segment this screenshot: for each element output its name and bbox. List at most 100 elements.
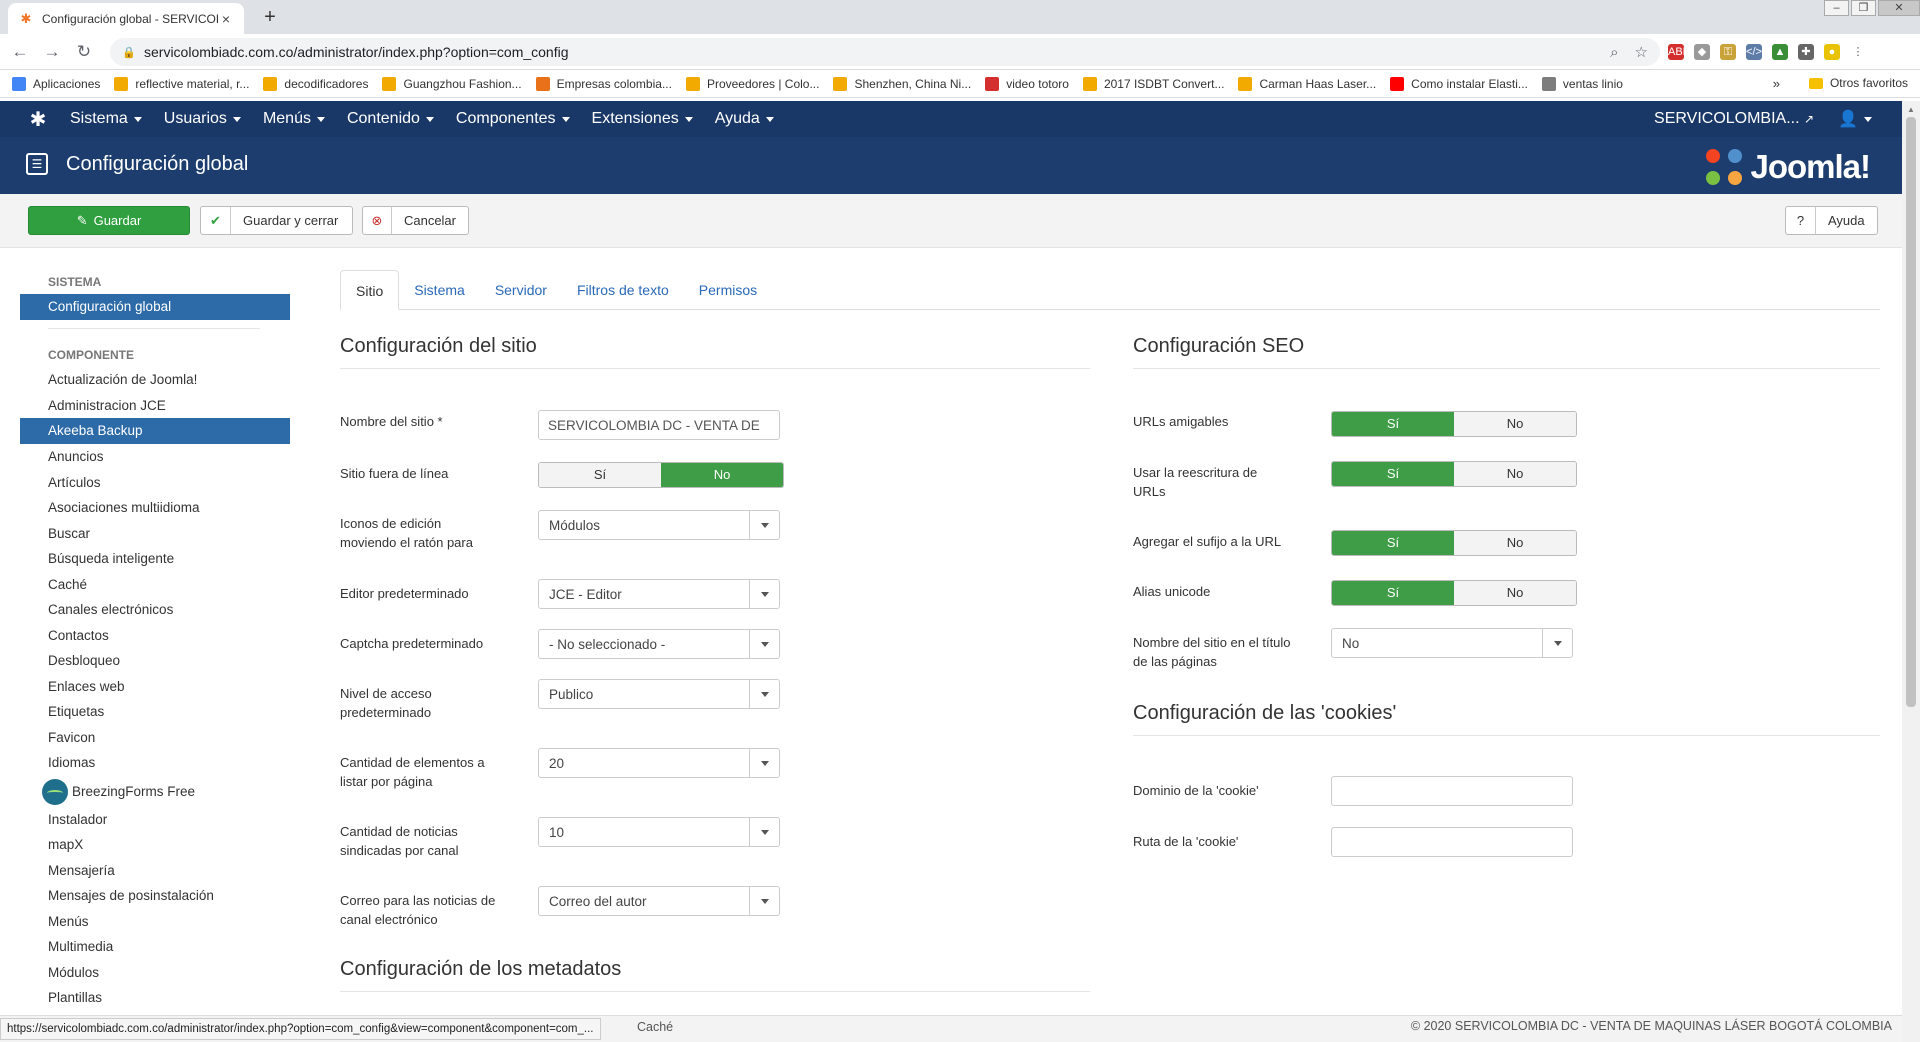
sidebar-item[interactable]: Administracion JCE bbox=[20, 393, 290, 419]
cancel-button[interactable]: ⊗ Cancelar bbox=[362, 206, 469, 235]
offline-no-option[interactable]: No bbox=[661, 463, 783, 487]
puzzle-icon[interactable]: ✚ bbox=[1798, 44, 1814, 60]
url-suffix-yes-option[interactable]: Sí bbox=[1332, 531, 1454, 555]
nav-menu-4[interactable]: Componentes bbox=[456, 110, 570, 128]
sef-toggle[interactable]: Sí No bbox=[1331, 411, 1577, 437]
sef-no-option[interactable]: No bbox=[1454, 412, 1576, 436]
rewrite-toggle[interactable]: Sí No bbox=[1331, 461, 1577, 487]
bookmark-item[interactable]: Shenzhen, China Ni... bbox=[833, 76, 971, 91]
bookmark-item[interactable]: Como instalar Elasti... bbox=[1390, 76, 1528, 91]
sidebar-item[interactable]: Instalador bbox=[20, 807, 290, 833]
unicode-alias-yes-option[interactable]: Sí bbox=[1332, 581, 1454, 605]
sidebar-item[interactable]: Mensajes de posinstalación bbox=[20, 883, 290, 909]
extension-key-icon[interactable]: ⚿ bbox=[1720, 44, 1736, 60]
minimize-button[interactable]: – bbox=[1824, 0, 1849, 16]
bookmark-item[interactable]: Empresas colombia... bbox=[535, 76, 672, 91]
nav-menu-3[interactable]: Contenido bbox=[347, 110, 434, 128]
sidebar-item[interactable]: Módulos bbox=[20, 960, 290, 986]
sidebar-item-global-configuration[interactable]: Configuración global bbox=[20, 294, 290, 320]
unicode-alias-toggle[interactable]: Sí No bbox=[1331, 580, 1577, 606]
rewrite-yes-option[interactable]: Sí bbox=[1332, 462, 1454, 486]
sidebar-item[interactable]: Etiquetas bbox=[20, 699, 290, 725]
url-text[interactable]: servicolombiadc.com.co/administrator/ind… bbox=[144, 44, 1594, 60]
sidebar-item[interactable]: Plantillas bbox=[20, 985, 290, 1011]
user-menu[interactable]: 👤 bbox=[1838, 109, 1872, 129]
sidebar-item[interactable]: Multimedia bbox=[20, 934, 290, 960]
nav-menu-5[interactable]: Extensiones bbox=[592, 110, 693, 128]
sidebar-item[interactable]: Favicon bbox=[20, 725, 290, 751]
sidebar-item[interactable]: mapX bbox=[20, 832, 290, 858]
sidebar-item[interactable]: Actualización de Joomla! bbox=[20, 367, 290, 393]
page-scrollbar[interactable]: ▲ bbox=[1902, 101, 1920, 1042]
feed-email-select[interactable]: Correo del autor bbox=[538, 886, 780, 916]
bookmark-item[interactable]: Aplicaciones bbox=[12, 76, 100, 91]
sidebar-item[interactable]: Anuncios bbox=[20, 444, 290, 470]
tab-0[interactable]: Sitio bbox=[340, 270, 400, 310]
list-limit-select[interactable]: 20 bbox=[538, 748, 780, 778]
sef-yes-option[interactable]: Sí bbox=[1332, 412, 1454, 436]
save-close-button[interactable]: ✔ Guardar y cerrar bbox=[200, 206, 353, 235]
back-icon[interactable]: ← bbox=[10, 42, 30, 62]
sidebar-item[interactable]: Artículos bbox=[20, 470, 290, 496]
offline-yes-option[interactable]: Sí bbox=[539, 463, 661, 487]
scrollbar-thumb[interactable] bbox=[1906, 117, 1916, 707]
profile-icon[interactable]: ● bbox=[1824, 44, 1840, 60]
joomla-logo-icon[interactable]: ✱ bbox=[20, 107, 56, 132]
restore-button[interactable]: ❐ bbox=[1851, 0, 1876, 16]
bookmark-item[interactable]: ventas linio bbox=[1541, 76, 1623, 91]
site-link[interactable]: SERVICOLOMBIA... ↗ bbox=[1654, 110, 1814, 128]
sidebar-item[interactable]: BreezingForms Free bbox=[20, 776, 290, 807]
sidebar-item[interactable]: Menús bbox=[20, 909, 290, 935]
nav-menu-6[interactable]: Ayuda bbox=[715, 110, 774, 128]
site-name-input[interactable]: SERVICOLOMBIA DC - VENTA DE bbox=[538, 410, 780, 440]
edit-icons-select[interactable]: Módulos bbox=[538, 510, 780, 540]
sidebar-item[interactable]: Caché bbox=[20, 572, 290, 598]
tab-3[interactable]: Filtros de texto bbox=[562, 270, 684, 310]
sidebar-item[interactable]: Asociaciones multiidioma bbox=[20, 495, 290, 521]
menu-dots-icon[interactable]: ⋮ bbox=[1850, 44, 1866, 60]
sidebar-item[interactable]: Idiomas bbox=[20, 750, 290, 776]
sidebar-item[interactable]: Canales electrónicos bbox=[20, 597, 290, 623]
chart-extension-icon[interactable]: ▲ bbox=[1772, 44, 1788, 60]
nav-menu-2[interactable]: Menús bbox=[263, 110, 325, 128]
sidebar-item[interactable]: Enlaces web bbox=[20, 674, 290, 700]
cookie-path-input[interactable] bbox=[1331, 827, 1573, 857]
close-tab-icon[interactable]: × bbox=[218, 11, 234, 27]
rewrite-no-option[interactable]: No bbox=[1454, 462, 1576, 486]
url-suffix-toggle[interactable]: Sí No bbox=[1331, 530, 1577, 556]
editor-select[interactable]: JCE - Editor bbox=[538, 579, 780, 609]
bookmark-item[interactable]: Guangzhou Fashion... bbox=[382, 76, 522, 91]
sidebar-item[interactable]: Búsqueda inteligente bbox=[20, 546, 290, 572]
bookmark-item[interactable]: video totoro bbox=[985, 76, 1069, 91]
bookmark-item[interactable]: Proveedores | Colo... bbox=[685, 76, 819, 91]
sidebar-item[interactable]: Akeeba Backup bbox=[20, 418, 290, 444]
help-button[interactable]: ? Ayuda bbox=[1785, 206, 1878, 235]
unicode-alias-no-option[interactable]: No bbox=[1454, 581, 1576, 605]
bookmark-star-icon[interactable]: ☆ bbox=[1635, 43, 1648, 61]
shield-icon[interactable]: ◆ bbox=[1694, 44, 1710, 60]
tab-4[interactable]: Permisos bbox=[684, 270, 772, 310]
bookmark-item[interactable]: decodificadores bbox=[263, 76, 368, 91]
bookmarks-more[interactable]: » bbox=[1773, 76, 1780, 91]
scroll-up-icon[interactable]: ▲ bbox=[1907, 105, 1915, 114]
zoom-icon[interactable]: ⌕ bbox=[1610, 44, 1618, 61]
bookmark-item[interactable]: 2017 ISDBT Convert... bbox=[1082, 76, 1224, 91]
other-bookmarks[interactable]: Otros favoritos bbox=[1808, 76, 1908, 90]
bookmark-item[interactable]: reflective material, r... bbox=[114, 76, 249, 91]
tab-2[interactable]: Servidor bbox=[480, 270, 562, 310]
close-window-button[interactable]: ✕ bbox=[1878, 0, 1920, 16]
code-icon[interactable]: </> bbox=[1746, 44, 1762, 60]
sitename-pagetitles-select[interactable]: No bbox=[1331, 628, 1573, 658]
reload-icon[interactable]: ↻ bbox=[74, 42, 94, 62]
cookie-domain-input[interactable] bbox=[1331, 776, 1573, 806]
url-bar[interactable]: 🔒 servicolombiadc.com.co/administrator/i… bbox=[110, 38, 1660, 66]
nav-menu-0[interactable]: Sistema bbox=[70, 110, 142, 128]
feed-limit-select[interactable]: 10 bbox=[538, 817, 780, 847]
url-suffix-no-option[interactable]: No bbox=[1454, 531, 1576, 555]
new-tab-button[interactable]: + bbox=[258, 6, 282, 30]
sidebar-item[interactable]: Contactos bbox=[20, 623, 290, 649]
offline-toggle[interactable]: Sí No bbox=[538, 462, 784, 488]
sidebar-item[interactable]: Desbloqueo bbox=[20, 648, 290, 674]
browser-tab[interactable]: ✱ Configuración global - SERVICOL × bbox=[8, 3, 244, 34]
sidebar-item[interactable]: Mensajería bbox=[20, 858, 290, 884]
